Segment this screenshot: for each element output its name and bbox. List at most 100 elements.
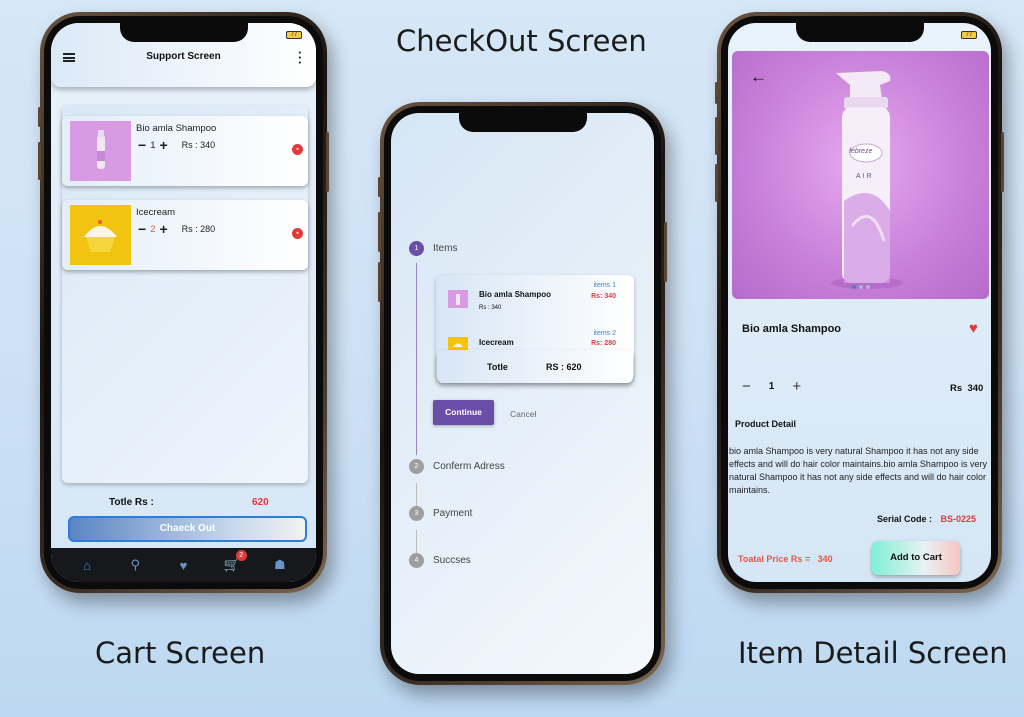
serial-value: BS-0225 — [940, 514, 977, 524]
total-price: Toatal Price Rs = 340 — [738, 554, 833, 564]
total-label: Totle — [487, 362, 508, 372]
cancel-button[interactable]: Cancel — [510, 409, 536, 419]
checkout-total-box: Totle RS : 620 — [437, 350, 633, 383]
cart-item-price: Rs : 340 — [181, 140, 216, 150]
cart-item-price: Rs : 280 — [181, 224, 216, 234]
home-icon[interactable]: ⌂ — [78, 558, 96, 573]
step-3-indicator[interactable]: 3 — [409, 506, 424, 521]
side-button — [378, 177, 381, 197]
step-4-label: Succses — [433, 555, 471, 566]
checkout-item-count: items 2 — [593, 330, 616, 337]
total-value: RS : 620 — [546, 362, 582, 372]
total-price-value: 340 — [817, 554, 833, 564]
carousel-dot[interactable] — [859, 285, 863, 289]
cart-icon[interactable]: 🛒 2 — [223, 550, 247, 573]
side-button — [715, 117, 718, 155]
side-button — [378, 262, 381, 302]
side-button — [1001, 132, 1004, 192]
page-title: Support Screen — [146, 51, 221, 62]
cart-phone-frame: 77 Support Screen · · · Bio amla Shampoo −… — [38, 12, 329, 593]
cart-item-card[interactable]: Bio amla Shampoo − 1 + Rs : 340 ▪ — [62, 116, 308, 186]
product-sub-label: AIR — [856, 173, 874, 180]
add-to-cart-button[interactable]: Add to Cart — [872, 541, 960, 575]
checkout-item-name: Icecream — [479, 338, 514, 347]
total-value: 620 — [252, 497, 269, 508]
total-label: Totle Rs : — [109, 497, 154, 508]
side-button — [715, 164, 718, 202]
bottom-navigation: ⌂ ⚲ ♥ 🛒 2 ☗ — [51, 548, 316, 582]
cart-badge: 2 — [235, 550, 247, 561]
stepper-line — [416, 263, 417, 455]
more-options-icon[interactable]: · · · — [298, 46, 302, 69]
checkout-screen-caption: CheckOut Screen — [396, 24, 647, 58]
side-button — [326, 132, 329, 192]
step-3-label: Payment — [433, 508, 473, 519]
product-brand-label: febreze — [849, 148, 873, 155]
decrease-button[interactable]: − — [742, 378, 751, 395]
checkout-item-amount: Rs: 280 — [591, 340, 616, 347]
carousel-dot[interactable] — [866, 285, 870, 289]
icecream-thumbnail — [70, 205, 131, 265]
back-arrow-icon[interactable]: ← — [750, 67, 767, 87]
checkout-item-price: Rs : 340 — [479, 305, 502, 311]
side-button — [38, 107, 41, 127]
heart-icon[interactable]: ♥ — [174, 558, 192, 573]
decrease-button[interactable]: − — [138, 137, 146, 153]
step-2-indicator[interactable]: 2 — [409, 459, 424, 474]
side-button — [715, 82, 718, 104]
notch — [795, 23, 924, 42]
checkout-item-count: items 1 — [593, 282, 616, 289]
serial-code: Serial Code : BS-0225 — [877, 514, 976, 524]
notch — [458, 113, 587, 132]
step-4-indicator[interactable]: 4 — [409, 553, 424, 568]
product-detail-heading: Product Detail — [735, 419, 797, 429]
cart-item-name: Bio amla Shampoo — [136, 123, 217, 134]
checkout-button[interactable]: Chaeck Out — [68, 516, 307, 542]
increase-button[interactable]: + — [159, 221, 167, 237]
decrease-button[interactable]: − — [138, 221, 146, 237]
search-icon[interactable]: ⚲ — [126, 557, 144, 573]
carousel-indicator — [852, 285, 870, 289]
item-detail-screen-caption: Item Detail Screen — [738, 636, 1008, 670]
delete-icon[interactable]: ▪ — [292, 144, 303, 155]
side-button — [38, 142, 41, 180]
step-1-label: Items — [433, 243, 458, 254]
carousel-dot[interactable] — [852, 285, 856, 289]
quantity-value: 1 — [150, 139, 156, 151]
continue-button[interactable]: Continue — [433, 400, 494, 425]
product-description: bio amla Shampoo is very natural Shampoo… — [729, 446, 987, 495]
increase-button[interactable]: + — [792, 378, 801, 395]
checkout-phone-frame: 1 Items Bio amla Shampoo Rs : 340 items … — [378, 102, 667, 685]
cart-item-name: Icecream — [136, 207, 176, 218]
serial-label: Serial Code : — [877, 514, 933, 524]
step-2-label: Conferm Adress — [433, 461, 505, 472]
profile-icon[interactable]: ☗ — [271, 557, 289, 573]
cart-item-card[interactable]: Icecream − 2 + Rs : 280 ▪ — [62, 200, 308, 270]
detail-phone-frame: 77 febreze AIR ← Bio amla Shampoo ♥ − 1 … — [715, 12, 1004, 593]
side-button — [378, 212, 381, 252]
shampoo-thumbnail — [448, 290, 468, 308]
cart-screen: 77 Support Screen · · · Bio amla Shampoo −… — [51, 23, 316, 582]
checkout-item-amount: Rs: 340 — [591, 293, 616, 300]
delete-icon[interactable]: ▪ — [292, 228, 303, 239]
step-1-indicator[interactable]: 1 — [409, 241, 424, 256]
product-image-carousel[interactable]: febreze AIR — [732, 51, 989, 299]
price-value: 340 — [967, 383, 984, 394]
cart-screen-caption: Cart Screen — [95, 636, 266, 670]
quantity-stepper: − 1 + — [742, 378, 801, 395]
quantity-value: 2 — [150, 223, 156, 235]
price-label: Rs — [950, 383, 963, 394]
battery-icon: 77 — [286, 31, 302, 39]
increase-button[interactable]: + — [159, 137, 167, 153]
product-price: Rs 340 — [950, 383, 983, 394]
shampoo-thumbnail — [70, 121, 131, 181]
item-detail-screen: 77 febreze AIR ← Bio amla Shampoo ♥ − 1 … — [728, 23, 991, 582]
product-name: Bio amla Shampoo — [742, 323, 842, 335]
quantity-stepper: − 1 + Rs : 340 — [138, 137, 215, 153]
favorite-heart-icon[interactable]: ♥ — [969, 320, 978, 337]
side-button — [664, 222, 667, 282]
notch — [119, 23, 248, 42]
quantity-value: 1 — [768, 381, 775, 392]
checkout-screen: 1 Items Bio amla Shampoo Rs : 340 items … — [391, 113, 654, 674]
total-price-label: Toatal Price Rs = — [738, 554, 811, 564]
